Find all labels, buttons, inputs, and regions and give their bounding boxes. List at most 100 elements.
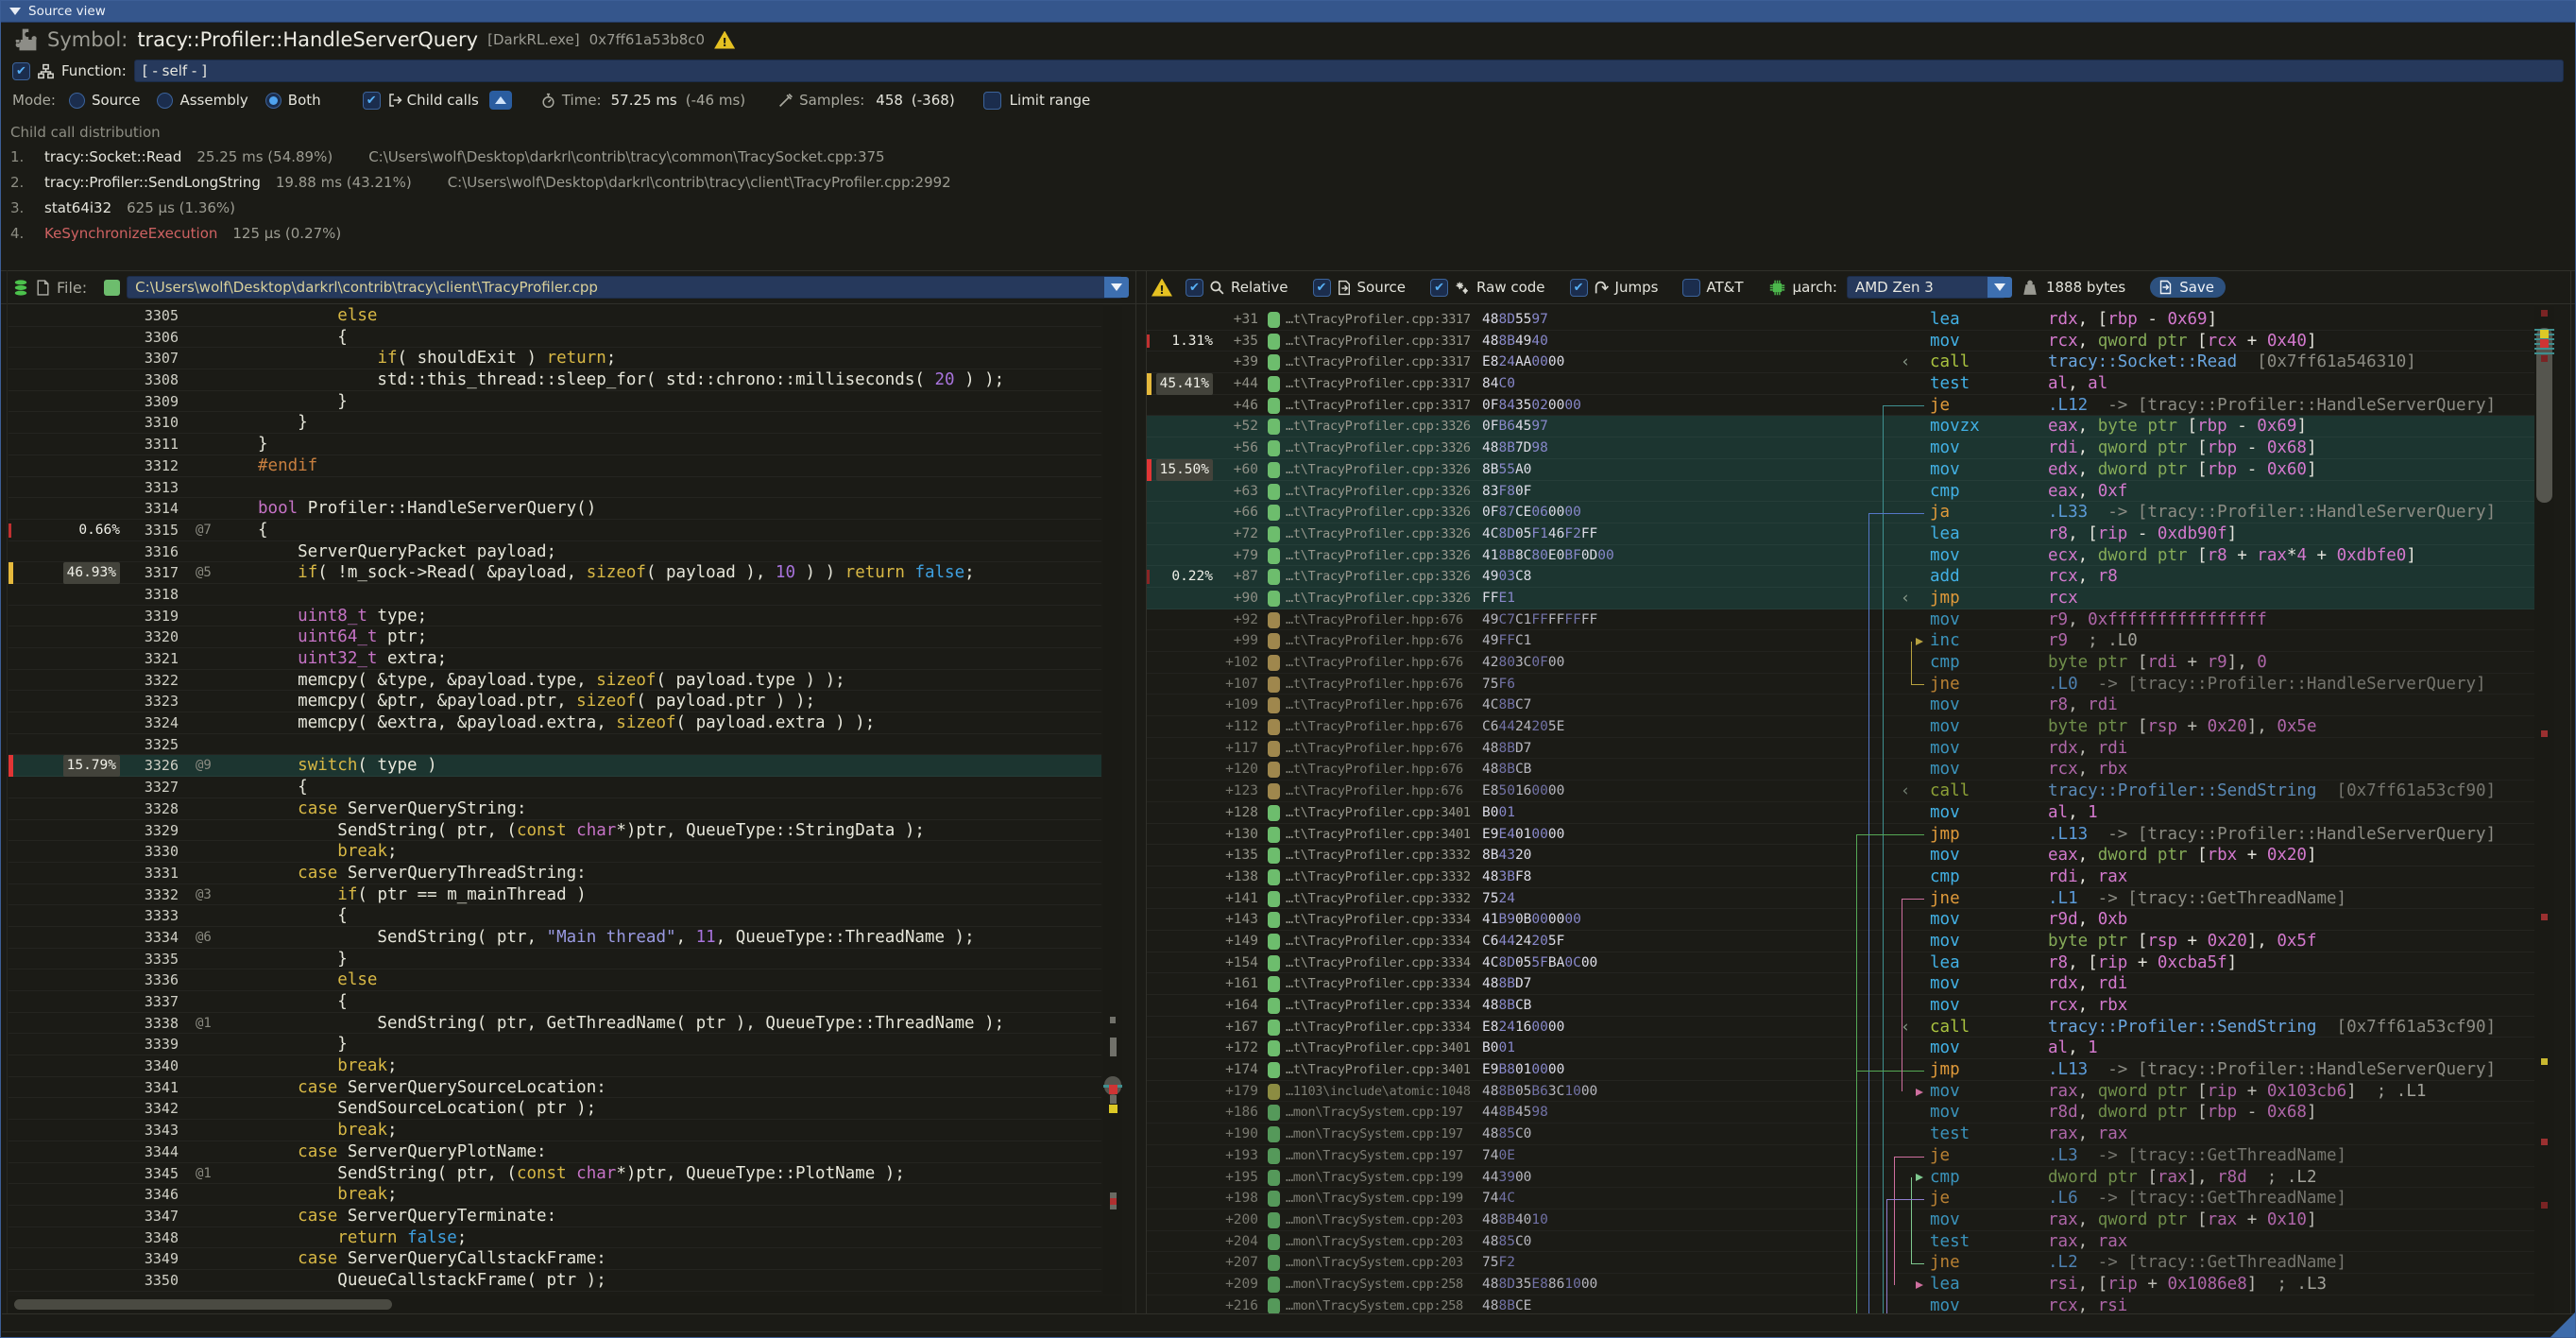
assembly-row[interactable]: +90…t\TracyProfiler.cpp:3326FFE1‹jmprcx <box>1147 588 2534 609</box>
raw-code-checkbox[interactable]: ✔ <box>1430 279 1448 297</box>
assembly-row[interactable]: +209…mon\TracySystem.cpp:258488D35E88610… <box>1147 1274 2534 1295</box>
assembly-row[interactable]: +31…t\TracyProfiler.cpp:3317488D5597lear… <box>1147 309 2534 331</box>
pane-divider[interactable] <box>1135 270 1136 1313</box>
source-line[interactable]: 3310 } <box>9 412 1101 434</box>
uarch-combo[interactable]: AMD Zen 3 <box>1847 276 2005 299</box>
child-call-item[interactable]: 3.stat64i32625 μs (1.36%) <box>10 195 2575 220</box>
source-line[interactable]: 3346 break; <box>9 1184 1101 1206</box>
source-line[interactable]: 3306 { <box>9 327 1101 349</box>
source-line[interactable]: 3332@3 if( ptr == m_mainThread ) <box>9 884 1101 906</box>
assembly-row[interactable]: +167…t\TracyProfiler.cpp:3334E824160000‹… <box>1147 1017 2534 1038</box>
source-line[interactable]: 3320 uint64_t ptr; <box>9 626 1101 648</box>
assembly-row[interactable]: +204…mon\TracySystem.cpp:2034885C0testra… <box>1147 1231 2534 1253</box>
file-combo-arrow-icon[interactable] <box>1104 277 1129 298</box>
assembly-row[interactable]: +92…t\TracyProfiler.hpp:67649C7C1FFFFFFF… <box>1147 609 2534 631</box>
source-line[interactable]: 15.79%3326@9 switch( type ) <box>9 755 1101 777</box>
assembly-row[interactable]: +200…mon\TracySystem.cpp:203488B4010movr… <box>1147 1209 2534 1231</box>
assembly-row[interactable]: 15.50%+60…t\TracyProfiler.cpp:33268B55A0… <box>1147 459 2534 481</box>
source-line[interactable]: 3305 else <box>9 305 1101 327</box>
source-line[interactable]: 3347 case ServerQueryTerminate: <box>9 1206 1101 1227</box>
assembly-row[interactable]: +190…mon\TracySystem.cpp:1974885C0testra… <box>1147 1124 2534 1145</box>
assembly-row[interactable]: +123…t\TracyProfiler.hpp:676E850160000‹c… <box>1147 780 2534 802</box>
source-horizontal-scrollbar[interactable] <box>9 1296 1122 1312</box>
symbol-warning-icon[interactable]: ! <box>714 31 735 49</box>
source-line[interactable]: 3337 { <box>9 991 1101 1013</box>
assembly-row[interactable]: +195…mon\TracySystem.cpp:199443900cmpdwo… <box>1147 1167 2534 1189</box>
assembly-row[interactable]: +79…t\TracyProfiler.cpp:3326418B8C80E0BF… <box>1147 545 2534 567</box>
assembly-row[interactable]: +39…t\TracyProfiler.cpp:3317E824AA0000‹c… <box>1147 352 2534 373</box>
source-line[interactable]: 3350 QueueCallstackFrame( ptr ); <box>9 1270 1101 1292</box>
source-line[interactable]: 3349 case ServerQueryCallstackFrame: <box>9 1248 1101 1270</box>
assembly-row[interactable]: +161…t\TracyProfiler.cpp:3334488BD7movrd… <box>1147 973 2534 995</box>
source-line[interactable]: 3341 case ServerQuerySourceLocation: <box>9 1077 1101 1099</box>
source-line[interactable]: 0.66%3315@7{ <box>9 520 1101 541</box>
assembly-row[interactable]: +107…t\TracyProfiler.hpp:67675F6jne.L0 -… <box>1147 674 2534 695</box>
assembly-row[interactable]: +198…mon\TracySystem.cpp:199744Cje.L6 ->… <box>1147 1188 2534 1209</box>
source-line[interactable]: 3328 case ServerQueryString: <box>9 798 1101 820</box>
limit-range-checkbox[interactable]: ✔ <box>983 92 1001 110</box>
assembly-row[interactable]: +172…t\TracyProfiler.cpp:3401B001moval, … <box>1147 1038 2534 1059</box>
source-line[interactable]: 3313 <box>9 477 1101 499</box>
source-line[interactable]: 3342 SendSourceLocation( ptr ); <box>9 1098 1101 1120</box>
child-call-item[interactable]: 1.tracy::Socket::Read25.25 ms (54.89%)C:… <box>10 144 2575 169</box>
mode-radio-source[interactable] <box>69 93 85 109</box>
child-calls-checkbox[interactable]: ✔ <box>363 92 381 110</box>
source-line[interactable]: 3329 SendString( ptr, (const char*)ptr, … <box>9 820 1101 842</box>
assembly-row[interactable]: +135…t\TracyProfiler.cpp:33328B4320movea… <box>1147 845 2534 866</box>
assembly-row[interactable]: +52…t\TracyProfiler.cpp:33260FB64597movz… <box>1147 416 2534 437</box>
source-line[interactable]: 3322 memcpy( &type, &payload.type, sizeo… <box>9 670 1101 692</box>
child-call-item[interactable]: 4.KeSynchronizeExecution125 μs (0.27%) <box>10 220 2575 246</box>
assembly-row[interactable]: +186…mon\TracySystem.cpp:197448B4598movr… <box>1147 1102 2534 1124</box>
source-line[interactable]: 46.93%3317@5 if( !m_sock->Read( &payload… <box>9 562 1101 584</box>
source-line[interactable]: 3340 break; <box>9 1055 1101 1077</box>
source-line[interactable]: 3324 memcpy( &extra, &payload.extra, siz… <box>9 712 1101 734</box>
child-call-item[interactable]: 2.tracy::Profiler::SendLongString19.88 m… <box>10 169 2575 195</box>
asm-warning-icon[interactable]: ! <box>1152 279 1172 297</box>
source-line[interactable]: 3318 <box>9 584 1101 606</box>
source-checkbox[interactable]: ✔ <box>1313 279 1331 297</box>
source-line[interactable]: 3311} <box>9 434 1101 455</box>
source-line[interactable]: 3319 uint8_t type; <box>9 606 1101 627</box>
source-line[interactable]: 3331 case ServerQueryThreadString: <box>9 863 1101 884</box>
source-line[interactable]: 3344 case ServerQueryPlotName: <box>9 1141 1101 1163</box>
jumps-checkbox[interactable]: ✔ <box>1570 279 1588 297</box>
assembly-vertical-scrollbar[interactable] <box>2534 305 2554 1313</box>
assembly-row[interactable]: +112…t\TracyProfiler.hpp:676C64424205Emo… <box>1147 716 2534 738</box>
assembly-row[interactable]: +207…mon\TracySystem.cpp:20375F2jne.L2 -… <box>1147 1252 2534 1274</box>
source-line[interactable]: 3316 ServerQueryPacket payload; <box>9 541 1101 563</box>
assembly-row[interactable]: +130…t\TracyProfiler.cpp:3401E9E4010000j… <box>1147 824 2534 846</box>
source-line[interactable]: 3309 } <box>9 391 1101 413</box>
assembly-row[interactable]: +174…t\TracyProfiler.cpp:3401E9B8010000j… <box>1147 1059 2534 1081</box>
assembly-row[interactable]: +99…t\TracyProfiler.hpp:67649FFC1incr9 ;… <box>1147 630 2534 652</box>
assembly-row[interactable]: 0.22%+87…t\TracyProfiler.cpp:33264903C8a… <box>1147 566 2534 588</box>
assembly-row[interactable]: +141…t\TracyProfiler.cpp:33327524jne.L1 … <box>1147 888 2534 910</box>
assembly-row[interactable]: +138…t\TracyProfiler.cpp:3332483BF8cmprd… <box>1147 866 2534 888</box>
assembly-row[interactable]: +143…t\TracyProfiler.cpp:333441B90B00000… <box>1147 909 2534 931</box>
source-line[interactable]: 3307 if( shouldExit ) return; <box>9 348 1101 369</box>
source-line[interactable]: 3339 } <box>9 1034 1101 1055</box>
source-line[interactable]: 3327 { <box>9 777 1101 798</box>
source-line[interactable]: 3348 return false; <box>9 1227 1101 1249</box>
mode-radio-both[interactable] <box>265 93 281 109</box>
source-line[interactable]: 3314bool Profiler::HandleServerQuery() <box>9 498 1101 520</box>
source-line[interactable]: 3338@1 SendString( ptr, GetThreadName( p… <box>9 1013 1101 1035</box>
propagate-up-button[interactable] <box>489 91 512 110</box>
source-line[interactable]: 3335 } <box>9 949 1101 970</box>
assembly-row[interactable]: +46…t\TracyProfiler.cpp:33170F8435020000… <box>1147 395 2534 417</box>
source-line[interactable]: 3321 uint32_t extra; <box>9 648 1101 670</box>
assembly-row[interactable]: +109…t\TracyProfiler.hpp:6764C8BC7movr8,… <box>1147 695 2534 716</box>
assembly-row[interactable]: +193…mon\TracySystem.cpp:197740Eje.L3 ->… <box>1147 1145 2534 1167</box>
source-line[interactable]: 3330 break; <box>9 841 1101 863</box>
assembly-row[interactable]: +63…t\TracyProfiler.cpp:332683F80Fcmpeax… <box>1147 481 2534 503</box>
source-vertical-scrollbar[interactable] <box>1103 305 1122 1294</box>
collapse-triangle-icon[interactable] <box>9 8 21 15</box>
uarch-combo-arrow-icon[interactable] <box>1987 277 2012 298</box>
relative-checkbox[interactable]: ✔ <box>1186 279 1203 297</box>
assembly-row[interactable]: +56…t\TracyProfiler.cpp:3326488B7D98movr… <box>1147 437 2534 459</box>
assembly-row[interactable]: 45.41%+44…t\TracyProfiler.cpp:331784C0te… <box>1147 373 2534 395</box>
source-line[interactable]: 3345@1 SendString( ptr, (const char*)ptr… <box>9 1163 1101 1185</box>
source-line[interactable]: 3312#endif <box>9 455 1101 477</box>
file-combo[interactable]: C:\Users\wolf\Desktop\darkrl\contrib\tra… <box>127 276 1122 299</box>
assembly-row[interactable]: +154…t\TracyProfiler.cpp:33344C8D055FBA0… <box>1147 952 2534 974</box>
source-line[interactable]: 3336 else <box>9 969 1101 991</box>
